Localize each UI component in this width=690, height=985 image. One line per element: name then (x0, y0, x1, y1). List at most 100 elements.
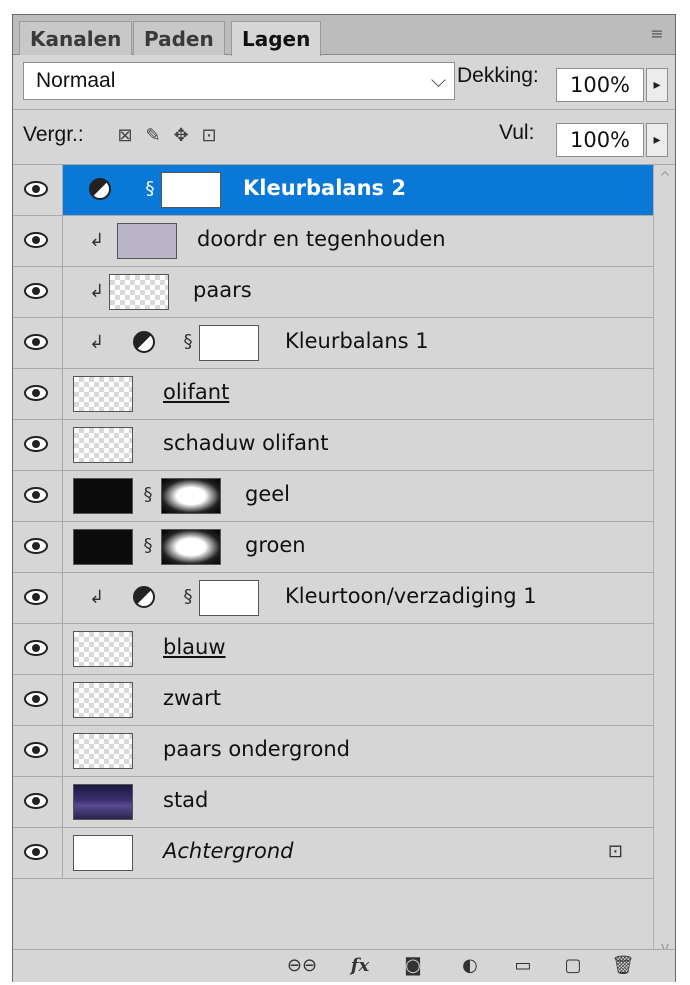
visibility-toggle[interactable] (13, 675, 63, 725)
visibility-toggle[interactable] (13, 777, 63, 827)
visibility-toggle[interactable] (13, 828, 63, 878)
opacity-arrow-icon[interactable]: ▸ (646, 68, 668, 102)
eye-icon (24, 334, 48, 350)
layer-row[interactable]: stad (13, 777, 653, 828)
layer-content[interactable]: § groen (63, 522, 653, 572)
blend-mode-select[interactable]: Normaal ⌵ (23, 62, 455, 100)
tab-kanalen[interactable]: Kanalen (19, 21, 133, 55)
visibility-toggle[interactable] (13, 216, 63, 266)
eye-icon (24, 640, 48, 656)
visibility-toggle[interactable] (13, 420, 63, 470)
layer-thumbnail[interactable] (73, 835, 133, 871)
layer-thumbnail[interactable] (73, 631, 133, 667)
link-layers-icon[interactable]: ⊖⊖ (285, 954, 319, 978)
visibility-toggle[interactable] (13, 624, 63, 674)
visibility-toggle[interactable] (13, 369, 63, 419)
layer-thumbnail[interactable] (117, 223, 177, 259)
layer-thumbnail[interactable] (73, 733, 133, 769)
layer-content[interactable]: paars ondergrond (63, 726, 653, 776)
layer-name: schaduw olifant (163, 431, 329, 455)
layer-thumbnail[interactable] (73, 682, 133, 718)
link-icon[interactable]: § (181, 585, 195, 609)
fx-icon[interactable]: fx (345, 954, 375, 978)
tab-paden[interactable]: Paden (133, 21, 225, 55)
lock-paint-brush-icon[interactable]: ✎ (143, 126, 163, 146)
layer-content[interactable]: zwart (63, 675, 653, 725)
new-group-icon[interactable]: ▭ (511, 954, 535, 978)
layer-thumbnail[interactable] (73, 427, 133, 463)
layer-row[interactable]: ↲ § Kleurtoon/verzadiging 1 (13, 573, 653, 624)
layer-content[interactable]: stad (63, 777, 653, 827)
panel-menu-icon[interactable]: ≡ (645, 25, 669, 43)
layer-row[interactable]: Achtergrond ⊡ (13, 828, 653, 879)
layer-content[interactable]: § geel (63, 471, 653, 521)
visibility-toggle[interactable] (13, 318, 63, 368)
link-icon[interactable]: § (181, 330, 195, 354)
lock-move-icon[interactable]: ✥ (171, 126, 191, 146)
visibility-toggle[interactable] (13, 267, 63, 317)
layer-name: zwart (163, 686, 221, 710)
eye-icon (24, 538, 48, 554)
layer-row[interactable]: blauw (13, 624, 653, 675)
layer-thumbnail[interactable] (73, 529, 133, 565)
layer-thumbnail[interactable] (73, 478, 133, 514)
layer-thumbnail[interactable] (109, 274, 169, 310)
lock-all-icon[interactable]: ⊡ (199, 126, 219, 146)
link-icon[interactable]: § (141, 534, 155, 558)
layer-content[interactable]: ↲ § Kleurtoon/verzadiging 1 (63, 573, 653, 623)
layer-mask-thumbnail[interactable] (199, 580, 259, 616)
layer-content[interactable]: Achtergrond ⊡ (63, 828, 653, 878)
layer-content[interactable]: ↲ § Kleurbalans 1 (63, 318, 653, 368)
layer-name: Achtergrond (163, 839, 294, 863)
tab-lagen[interactable]: Lagen (231, 21, 322, 56)
eye-icon (24, 436, 48, 452)
visibility-toggle[interactable] (13, 573, 63, 623)
eye-icon (24, 793, 48, 809)
layer-mask-thumbnail[interactable] (161, 478, 221, 514)
layers-scrollbar[interactable]: ^ v (653, 165, 675, 961)
visibility-toggle[interactable] (13, 165, 63, 215)
layer-row[interactable]: ↲ § Kleurbalans 1 (13, 318, 653, 369)
eye-icon (24, 742, 48, 758)
opacity-label: Dekking: (457, 64, 539, 87)
layer-row[interactable]: § Kleurbalans 2 (13, 165, 653, 216)
opacity-field[interactable]: 100% (556, 68, 644, 102)
link-icon[interactable]: § (141, 483, 155, 507)
add-mask-icon[interactable]: ◙ (401, 954, 425, 978)
layer-row[interactable]: § geel (13, 471, 653, 522)
layers-list: § Kleurbalans 2 ↲ doordr en tegenhouden … (13, 165, 653, 897)
layer-row[interactable]: olifant (13, 369, 653, 420)
visibility-toggle[interactable] (13, 726, 63, 776)
layer-thumbnail[interactable] (73, 784, 133, 820)
lock-transparency-icon[interactable]: ⊠ (115, 126, 135, 146)
delete-layer-icon[interactable]: 🗑 (611, 954, 635, 978)
layer-mask-thumbnail[interactable] (161, 529, 221, 565)
link-icon[interactable]: § (143, 177, 157, 201)
fill-label: Vul: (499, 121, 535, 144)
layer-row[interactable]: § groen (13, 522, 653, 573)
layer-row[interactable]: zwart (13, 675, 653, 726)
layer-row[interactable]: ↲ doordr en tegenhouden (13, 216, 653, 267)
layer-content[interactable]: blauw (63, 624, 653, 674)
layer-content[interactable]: schaduw olifant (63, 420, 653, 470)
visibility-toggle[interactable] (13, 522, 63, 572)
layer-name: geel (245, 482, 291, 506)
layer-content[interactable]: olifant (63, 369, 653, 419)
layer-row[interactable]: paars ondergrond (13, 726, 653, 777)
fill-arrow-icon[interactable]: ▸ (646, 123, 668, 157)
new-layer-icon[interactable]: ▢ (561, 954, 585, 978)
new-adjustment-icon[interactable]: ◐ (455, 954, 485, 978)
layer-mask-thumbnail[interactable] (161, 172, 221, 208)
visibility-toggle[interactable] (13, 471, 63, 521)
fill-field[interactable]: 100% (556, 123, 644, 157)
layer-thumbnail[interactable] (73, 376, 133, 412)
chevron-up-icon[interactable]: ^ (654, 167, 676, 189)
layers-panel: Kanalen Paden Lagen ≡ Normaal ⌵ Dekking:… (12, 14, 676, 982)
layer-row[interactable]: schaduw olifant (13, 420, 653, 471)
layer-row[interactable]: ↲ paars (13, 267, 653, 318)
layer-content[interactable]: ↲ doordr en tegenhouden (63, 216, 653, 266)
layer-mask-thumbnail[interactable] (199, 325, 259, 361)
layer-content[interactable]: ↲ paars (63, 267, 653, 317)
layer-content[interactable]: § Kleurbalans 2 (63, 165, 653, 215)
eye-icon (24, 232, 48, 248)
